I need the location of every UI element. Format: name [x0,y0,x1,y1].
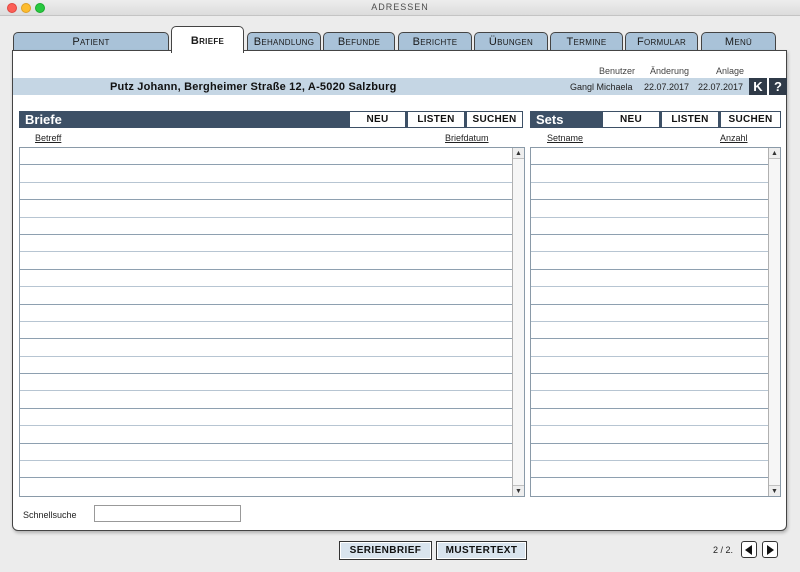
list-row[interactable] [20,287,512,305]
scroll-down-arrow-icon[interactable]: ▼ [513,485,524,496]
tab-formular[interactable]: Formular [625,32,698,51]
list-row[interactable] [20,426,512,444]
list-row[interactable] [531,374,768,392]
list-row[interactable] [531,339,768,357]
next-page-button[interactable] [762,541,778,558]
tab-berichte[interactable]: Berichte [398,32,472,51]
briefe-search-button[interactable]: SUCHEN [466,111,523,128]
column-subject[interactable]: Betreff [35,133,61,143]
help-button[interactable]: ? [769,78,787,95]
sets-title: Sets [536,112,564,127]
scroll-up-arrow-icon[interactable]: ▲ [513,148,524,159]
list-row[interactable] [20,391,512,409]
tab-menue[interactable]: Menü [701,32,776,51]
list-row[interactable] [20,409,512,427]
list-row[interactable] [531,357,768,375]
k-button[interactable]: K [749,78,767,95]
window-title: ADRESSEN [371,2,429,12]
tab-befunde[interactable]: Befunde [323,32,395,51]
list-row[interactable] [531,426,768,444]
briefe-header: Briefe NEU LISTEN SUCHEN [19,111,523,128]
list-row[interactable] [20,270,512,288]
briefe-list-button[interactable]: LISTEN [407,111,465,128]
created-value: 22.07.2017 [698,82,744,92]
list-row[interactable] [531,235,768,253]
list-row[interactable] [531,409,768,427]
patient-address: Putz Johann, Bergheimer Straße 12, A-502… [110,81,397,93]
list-row[interactable] [531,461,768,479]
list-row[interactable] [20,218,512,235]
created-label: Anlage [716,66,745,76]
template-text-button[interactable]: MUSTERTEXT [436,541,527,560]
main-panel: Benutzer Änderung Anlage Putz Johann, Be… [12,50,787,531]
list-row[interactable] [20,235,512,253]
list-row[interactable] [20,357,512,375]
sets-header: Sets NEU LISTEN SUCHEN [530,111,781,128]
user-value: Gangl Michaela [570,82,633,92]
list-row[interactable] [20,461,512,479]
scroll-down-arrow-icon[interactable]: ▼ [769,485,780,496]
list-row[interactable] [531,252,768,270]
patient-bar: Putz Johann, Bergheimer Straße 12, A-502… [13,78,749,95]
list-row[interactable] [531,218,768,235]
briefe-title: Briefe [25,112,62,127]
sets-scrollbar[interactable]: ▲ ▼ [768,148,780,496]
triangle-left-icon [745,544,752,555]
sets-search-button[interactable]: SUCHEN [720,111,781,128]
list-row[interactable] [531,270,768,288]
list-row[interactable] [20,183,512,201]
column-set-name[interactable]: Setname [547,133,583,143]
list-row[interactable] [20,165,512,183]
previous-page-button[interactable] [741,541,757,558]
list-row[interactable] [531,200,768,218]
quick-search-input[interactable] [94,505,241,522]
list-row[interactable] [531,305,768,322]
user-label: Benutzer [599,66,636,76]
list-row[interactable] [531,322,768,340]
list-row[interactable] [20,305,512,322]
list-row[interactable] [20,252,512,270]
briefe-new-button[interactable]: NEU [349,111,406,128]
tab-uebungen[interactable]: Übungen [474,32,548,51]
list-row[interactable] [20,148,512,166]
triangle-right-icon [767,544,774,555]
list-row[interactable] [531,444,768,462]
list-row[interactable] [20,374,512,392]
list-row[interactable] [20,200,512,218]
briefe-scrollbar[interactable]: ▲ ▼ [512,148,524,496]
list-row[interactable] [531,165,768,183]
list-row[interactable] [20,339,512,357]
list-row[interactable] [531,287,768,305]
scroll-up-arrow-icon[interactable]: ▲ [769,148,780,159]
changed-label: Änderung [650,66,690,76]
page-indicator: 2 / 2. [713,545,734,555]
list-row[interactable] [531,183,768,201]
list-row[interactable] [20,444,512,462]
list-row[interactable] [531,148,768,166]
briefe-list[interactable]: ▲ ▼ [19,147,525,497]
list-row[interactable] [20,322,512,340]
tab-termine[interactable]: Termine [550,32,623,51]
column-letter-date[interactable]: Briefdatum [445,133,489,143]
tab-patient[interactable]: Patient [13,32,169,51]
title-bar: ADRESSEN [0,0,800,16]
list-row[interactable] [531,391,768,409]
quick-search-label: Schnellsuche [23,510,77,520]
sets-list-button[interactable]: LISTEN [661,111,719,128]
tab-behandlung[interactable]: Behandlung [247,32,321,51]
sets-list[interactable]: ▲ ▼ [530,147,781,497]
changed-value: 22.07.2017 [644,82,690,92]
tab-briefe[interactable]: Briefe [171,26,244,53]
column-count[interactable]: Anzahl [720,133,748,143]
sets-new-button[interactable]: NEU [602,111,660,128]
serial-letter-button[interactable]: SERIENBRIEF [339,541,432,560]
